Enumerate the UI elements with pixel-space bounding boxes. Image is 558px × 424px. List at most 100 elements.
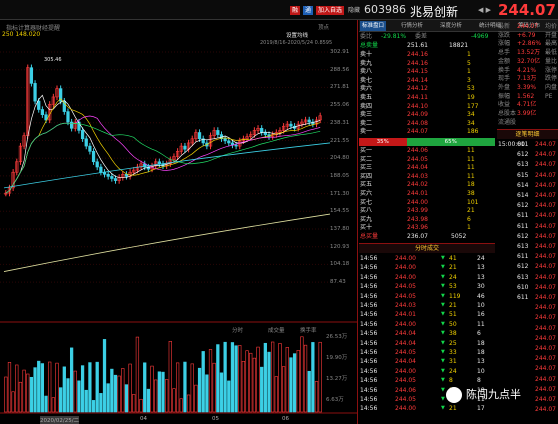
volume-bar [238, 345, 242, 413]
volume-bar [154, 379, 158, 413]
volume-bar [113, 374, 118, 413]
volume-bar [40, 363, 45, 413]
volume-bar [216, 344, 220, 413]
bid-row[interactable]: 买三 244.04 11 [359, 164, 495, 173]
candle-body [216, 130, 220, 135]
ask-row[interactable]: 卖十 244.16 1 [359, 51, 495, 60]
ask-row[interactable]: 卖五 244.11 19 [359, 94, 495, 103]
vol-tab-time[interactable]: 分时 [232, 326, 243, 334]
total-ask-row: 总卖量 251.61 18821 [360, 41, 469, 49]
info-row: 外盘 3.39% 内盘 [498, 83, 558, 91]
info-row: 涨幅 +2.86% 最高 [498, 40, 558, 48]
volume-bar [227, 380, 231, 413]
volume-bar [168, 341, 172, 413]
ask-row[interactable]: 卖七 244.14 3 [359, 77, 495, 86]
volume-bar [311, 342, 315, 413]
candle-body [99, 166, 103, 173]
volume-bar [146, 388, 151, 413]
total-bid-row: 总买量 236.07 5052 [360, 233, 467, 240]
ask-row[interactable]: 卖四 244.10 177 [359, 103, 495, 112]
hide-button[interactable]: 隐藏 [346, 6, 362, 15]
candle-body [183, 145, 187, 150]
bid-row[interactable]: 买十 243.96 1 [359, 224, 495, 233]
vol-tab-turnover[interactable]: 换手率 [300, 326, 317, 334]
ask-row[interactable]: 卖九 244.16 5 [359, 60, 495, 69]
volume-bar [110, 368, 114, 413]
bid-row[interactable]: 买九 243.98 6 [359, 216, 495, 225]
flow-row: 611 244.07 [517, 253, 556, 261]
tab-market-analysis[interactable]: 行情分析 [399, 21, 425, 31]
volume-bar [69, 347, 74, 413]
tong-button[interactable]: 通 [303, 6, 314, 15]
ask-row[interactable]: 卖八 244.15 1 [359, 68, 495, 77]
volume-bar [194, 384, 198, 413]
volume-bar [48, 361, 52, 413]
volume-bar [289, 357, 293, 413]
volume-bar [157, 371, 161, 413]
vol-tab-volume[interactable]: 成交量 [268, 326, 285, 334]
volume-bar [26, 373, 30, 413]
volume-bar [260, 366, 264, 413]
tab-depth-analysis[interactable]: 深度分析 [438, 21, 464, 31]
candlestick-svg [0, 51, 358, 414]
volume-bar [33, 367, 37, 413]
trade-row: 14:56 244.00 ▼ 50 11 [360, 320, 485, 328]
bid-row[interactable]: 买八 243.99 21 [359, 207, 495, 216]
candle-body [29, 67, 34, 84]
ask-row[interactable]: 卖二 244.08 34 [359, 120, 495, 129]
candle-body [110, 176, 114, 179]
bid-row[interactable]: 买二 244.05 11 [359, 156, 495, 165]
y-tick-label: 271.81 [330, 84, 350, 91]
volume-bar [62, 366, 66, 413]
nav-arrows-icon[interactable]: ◀ ▶ [478, 6, 491, 14]
volume-bar [303, 344, 308, 413]
bid-row[interactable]: 买六 244.01 38 [359, 190, 495, 199]
volume-bar [223, 341, 227, 413]
flow-title: 逐笔明细 [497, 129, 558, 139]
volume-bar [102, 339, 107, 413]
flow-row: 610 244.07 [517, 283, 556, 291]
wechat-icon [446, 387, 462, 403]
kline-chart-area[interactable]: 250 148.020 指标计算器 财经提醒 设置均线 2019/8/16-20… [0, 20, 358, 424]
trade-row: 14:56 244.00 ▼ 24 10 [360, 367, 485, 375]
candle-body [197, 132, 202, 140]
volume-bar [285, 347, 289, 413]
volume-bar [212, 362, 216, 413]
volume-bar [249, 352, 253, 413]
trade-row: 14:56 244.05 ▼ 33 18 [360, 349, 485, 356]
add-watchlist-button[interactable]: 加入自选 [316, 6, 345, 15]
flow-row: 612 244.07 [517, 202, 556, 210]
volume-bar [37, 360, 41, 413]
volume-bar [117, 375, 121, 413]
bid-row[interactable]: 买七 244.00 101 [359, 199, 495, 208]
ask-row[interactable]: 卖三 244.09 34 [359, 111, 495, 120]
volume-bar [190, 363, 194, 413]
volume-bar [271, 341, 275, 413]
candle-body [227, 140, 231, 144]
trade-row: 14:56 244.05 ▼ 119 46 [360, 292, 485, 300]
rong-button[interactable]: 融 [290, 6, 301, 15]
candle-body [66, 111, 70, 123]
volume-bar [292, 353, 297, 413]
bid-row[interactable]: 买四 244.03 11 [359, 173, 495, 182]
tab-standard-quote[interactable]: 标准盘口 [360, 21, 387, 31]
trade-row: 14:56 244.03 ▼ 21 10 [360, 302, 485, 309]
trades-title: 分时成交 [359, 243, 495, 253]
trade-row: 14:56 244.05 ▼ 53 30 [360, 283, 485, 291]
volume-bar [95, 361, 99, 413]
candle-body [260, 128, 264, 133]
flow-row: 613 244.07 [517, 273, 556, 281]
flow-row: 615 244.07 [517, 171, 556, 179]
flow-row: 611 244.07 [517, 222, 556, 230]
candle-body [40, 109, 45, 116]
order-book-panel: 标准盘口 行情分析 深度分析 统计明细 筹码分布 委比 -29.81% 委差 -… [359, 20, 558, 424]
bid-row[interactable]: 买五 244.02 18 [359, 181, 495, 190]
y-tick-label: 87.43 [330, 279, 346, 286]
bid-row[interactable]: 买一 244.06 11 [359, 147, 495, 156]
flow-row: 612 244.07 [517, 151, 556, 159]
ask-row[interactable]: 卖六 244.12 53 [359, 85, 495, 94]
y-tick-label: 171.30 [330, 190, 350, 197]
ask-row[interactable]: 卖一 244.07 186 [359, 128, 495, 137]
candle-body [113, 178, 118, 181]
candle-body [234, 144, 238, 147]
